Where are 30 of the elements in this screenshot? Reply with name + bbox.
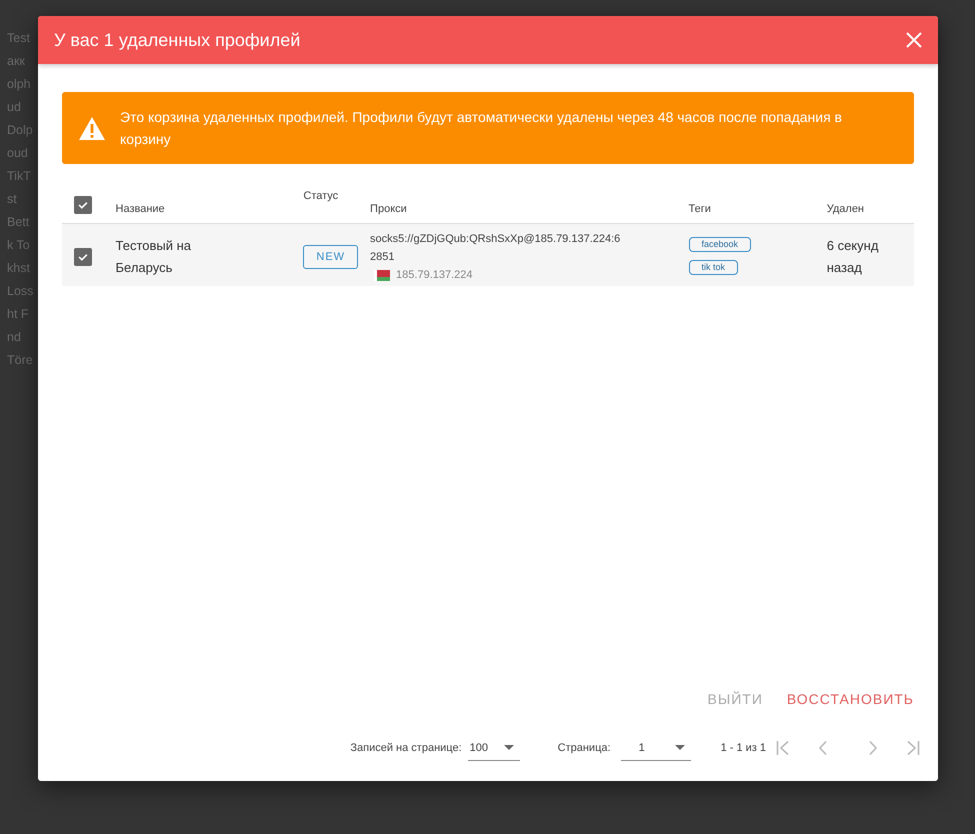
proxy-ip: 185.79.137.224 [396, 268, 473, 283]
rows-per-page-select[interactable]: 100 [468, 735, 520, 761]
row-checkbox[interactable] [74, 248, 92, 266]
rows-per-page-label: Записей на странице: [350, 742, 462, 754]
warning-text: Это корзина удаленных профилей. Профили будут автоматически удалены через 48 часов после попадания в корзину [120, 108, 843, 149]
proxy-address: socks5://gZDjGQub:QRshSxXp@185.79.137.224:62851 [370, 232, 622, 265]
flag-icon [374, 270, 390, 280]
dropdown-caret-icon [504, 745, 514, 750]
select-all-checkbox[interactable] [74, 196, 92, 214]
warning-icon [78, 116, 106, 140]
column-header: Прокси [370, 203, 407, 215]
dropdown-caret-icon [674, 745, 685, 750]
page-range: 1 - 1 из 1 [720, 742, 766, 754]
profile-name: Тестовый на Беларусь [116, 238, 192, 275]
dialog-title: У вас 1 удаленных профилей [54, 30, 300, 50]
deleted-time: 6 секунд назад [826, 238, 878, 275]
last-page-icon[interactable] [906, 740, 920, 756]
column-header: Удален [826, 203, 864, 215]
first-page-icon[interactable] [776, 740, 790, 756]
next-page-icon[interactable] [868, 740, 878, 756]
close-button[interactable] [906, 32, 922, 48]
previous-page-icon[interactable] [818, 740, 828, 756]
column-header: Название [116, 203, 165, 215]
status-badge: NEW [303, 245, 358, 269]
tag-chip: facebook [688, 236, 752, 252]
tag-chip: tik tok [688, 260, 738, 274]
column-header: Теги [688, 203, 711, 215]
page-label: Страница: [558, 742, 611, 754]
column-header: Статус [303, 190, 338, 202]
page-select[interactable]: 1 [620, 735, 691, 761]
